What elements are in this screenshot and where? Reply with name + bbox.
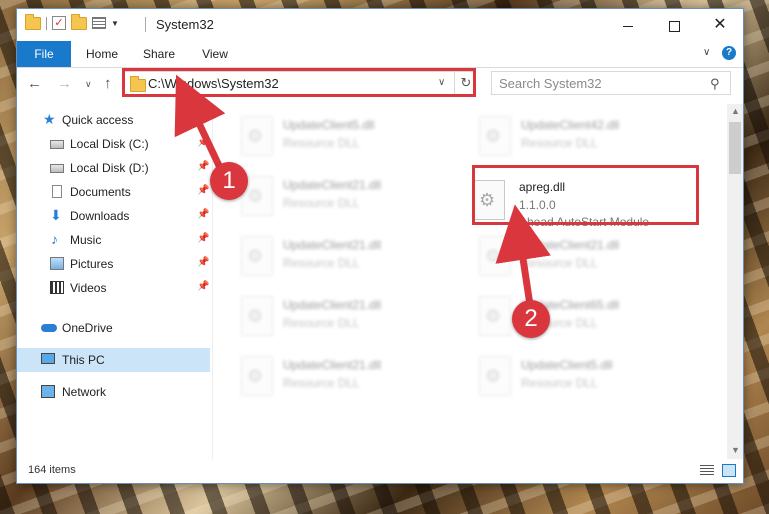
annotation-arrows — [174, 74, 551, 306]
step-badge-1: 1 — [210, 162, 248, 200]
arrow-1 — [174, 74, 226, 174]
arrow-2 — [495, 204, 551, 306]
step-badge-2: 2 — [512, 300, 550, 338]
